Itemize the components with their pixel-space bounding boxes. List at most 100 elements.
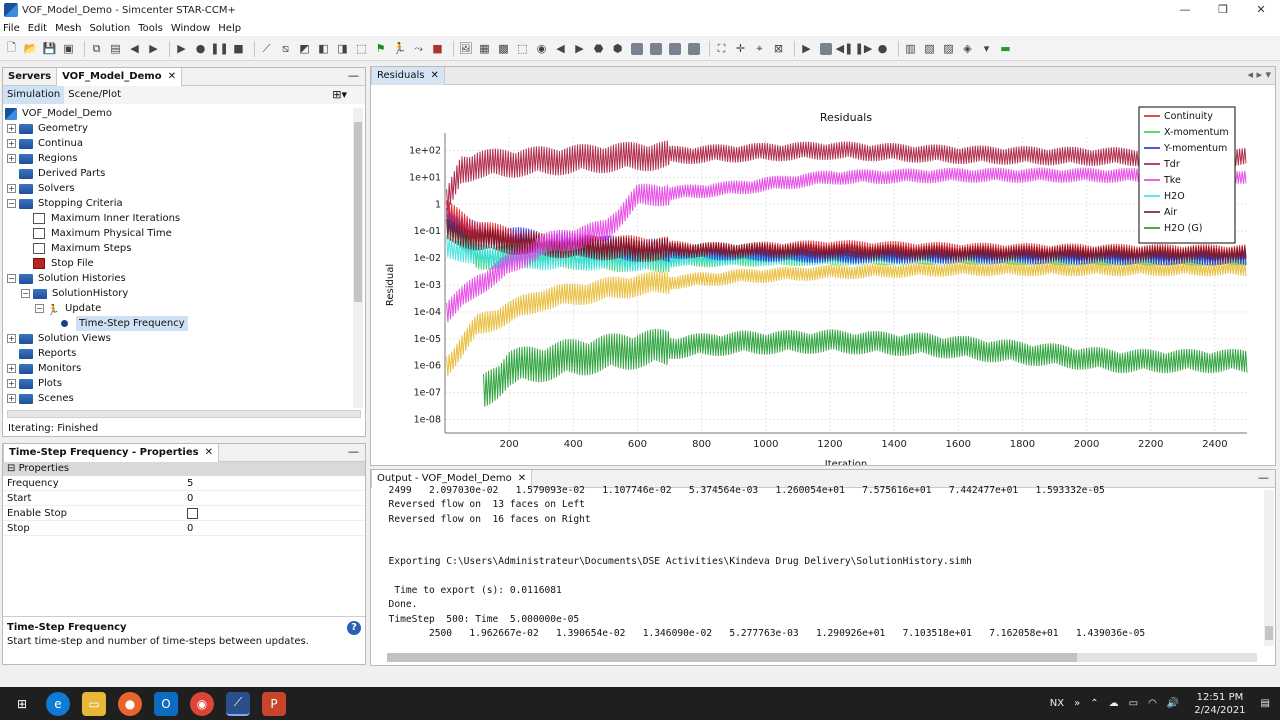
tree-expander-icon[interactable]: + xyxy=(7,334,16,343)
save-icon[interactable]: 💾 xyxy=(42,41,57,56)
property-row[interactable]: Frequency 5 xyxy=(3,476,365,491)
loop-icon[interactable]: ● xyxy=(875,41,890,56)
property-value[interactable] xyxy=(183,506,365,520)
surface-repair-icon[interactable]: ◩ xyxy=(297,41,312,56)
minimize-window-button[interactable]: — xyxy=(1166,0,1204,20)
tray-wifi-icon[interactable]: ◠ xyxy=(1148,698,1157,709)
fit-icon[interactable]: ⛶ xyxy=(714,41,729,56)
tree-item[interactable]: + Continua xyxy=(3,136,353,151)
geometry-icon[interactable]: ◧ xyxy=(316,41,331,56)
flag-icon[interactable]: ⚑ xyxy=(373,41,388,56)
tab-simulation[interactable]: Simulation xyxy=(3,86,65,104)
tree-expander-icon[interactable]: + xyxy=(7,394,16,403)
minimize-panel-button[interactable]: — xyxy=(348,68,359,84)
menu-mesh[interactable]: Mesh xyxy=(55,23,81,34)
undo-icon[interactable]: ◀ xyxy=(127,41,142,56)
property-value[interactable]: 5 xyxy=(183,476,365,490)
shape2-icon[interactable]: ⬢ xyxy=(610,41,625,56)
maximize-window-button[interactable]: ❐ xyxy=(1204,0,1242,20)
arrow-left-icon[interactable]: ◀ xyxy=(553,41,568,56)
tray-nx-label[interactable]: NX xyxy=(1050,698,1064,709)
star-ccm-taskbar-icon[interactable]: ⟋ xyxy=(226,691,250,716)
property-value[interactable]: 0 xyxy=(183,491,365,505)
tree-item[interactable]: Time-Step Frequency xyxy=(3,316,353,331)
pause-icon[interactable]: ❚❚ xyxy=(210,41,228,56)
powerpoint-icon[interactable]: P xyxy=(262,691,286,716)
target-icon[interactable]: ⌖ xyxy=(752,41,767,56)
minimize-properties-button[interactable]: — xyxy=(348,444,359,460)
frame-forward-icon[interactable]: ❚▶ xyxy=(855,41,873,56)
tree-horizontal-scrollbar[interactable] xyxy=(7,410,361,418)
notification-icon[interactable]: ▤ xyxy=(1261,698,1270,709)
paste-icon[interactable]: ▤ xyxy=(108,41,123,56)
view-icon[interactable] xyxy=(631,42,643,55)
tree-expander-icon[interactable]: + xyxy=(7,379,16,388)
view4-icon[interactable] xyxy=(688,42,700,55)
camera-icon[interactable]: ◉ xyxy=(534,41,549,56)
tray-overflow-icon[interactable]: » xyxy=(1074,698,1080,709)
firefox-icon[interactable]: ● xyxy=(118,691,142,716)
close-properties-icon[interactable]: ✕ xyxy=(205,447,213,458)
redo-icon[interactable]: ▶ xyxy=(146,41,161,56)
zoom-box-icon[interactable]: ⬚ xyxy=(515,41,530,56)
tree-expander-icon[interactable]: − xyxy=(35,304,44,313)
mesh-generate-icon[interactable]: ⧅ xyxy=(278,41,293,56)
tree-root[interactable]: VOF_Model_Demo xyxy=(3,106,353,121)
help-icon[interactable]: ? xyxy=(347,621,361,635)
tree-expander-icon[interactable]: − xyxy=(7,199,16,208)
tree-expander-icon[interactable]: − xyxy=(21,289,30,298)
layout-icon[interactable]: ▥ xyxy=(903,41,918,56)
tab-scene-plot[interactable]: Scene/Plot xyxy=(64,86,125,104)
part-icon[interactable]: ◨ xyxy=(335,41,350,56)
close-window-button[interactable]: ✕ xyxy=(1242,0,1280,20)
close-output-icon[interactable]: ✕ xyxy=(518,473,526,484)
tree-item[interactable]: − SolutionHistory xyxy=(3,286,353,301)
output-vertical-scrollbar[interactable] xyxy=(1264,490,1274,646)
step-icon[interactable]: ● xyxy=(193,41,208,56)
tree-item[interactable]: Maximum Physical Time xyxy=(3,226,353,241)
save-all-icon[interactable]: ▣ xyxy=(61,41,76,56)
run-icon[interactable]: ▶ xyxy=(174,41,189,56)
system-clock[interactable]: 12:51 PM 2/24/2021 xyxy=(1194,691,1245,717)
tree-expander-icon[interactable]: + xyxy=(7,364,16,373)
tree-item[interactable]: − Stopping Criteria xyxy=(3,196,353,211)
frame-back-icon[interactable]: ◀❚ xyxy=(836,41,854,56)
stop-icon[interactable]: ■ xyxy=(231,41,246,56)
copy-icon[interactable]: ⧉ xyxy=(89,41,104,56)
tab-servers[interactable]: Servers xyxy=(3,68,56,86)
open-folder-icon[interactable]: 📂 xyxy=(23,41,38,56)
tree-expander-icon[interactable]: + xyxy=(7,154,16,163)
tree-vertical-scrollbar[interactable] xyxy=(353,108,363,408)
property-row[interactable]: Start 0 xyxy=(3,491,365,506)
tree-item[interactable]: + Solvers xyxy=(3,181,353,196)
record-icon[interactable] xyxy=(820,42,832,55)
tree-item[interactable]: + Solution Views xyxy=(3,331,353,346)
run-solver-icon[interactable]: 🏃 xyxy=(392,41,407,56)
enable-stop-checkbox[interactable] xyxy=(187,508,198,519)
residuals-chart[interactable]: 200 400 600 800 1000 1200 1400 1600 1800 2000 2200… xyxy=(371,85,1275,465)
green-status-icon[interactable]: ▬ xyxy=(998,41,1013,56)
view3-icon[interactable] xyxy=(669,42,681,55)
tree-expander-icon[interactable]: + xyxy=(7,124,16,133)
windows-start-icon[interactable]: ⊞ xyxy=(10,692,34,716)
cad-icon[interactable]: ⬚ xyxy=(354,41,369,56)
close-tab-icon[interactable]: ✕ xyxy=(168,71,176,82)
outlook-icon[interactable]: O xyxy=(154,691,178,716)
stop-criteria-icon[interactable]: ■ xyxy=(430,41,445,56)
layout2-icon[interactable]: ▧ xyxy=(922,41,937,56)
arrow-right-icon[interactable]: ▶ xyxy=(572,41,587,56)
edge-browser-icon[interactable]: e xyxy=(46,691,70,716)
tree-item[interactable]: + Regions xyxy=(3,151,353,166)
tree-item[interactable]: + Plots xyxy=(3,376,353,391)
file-explorer-icon[interactable]: ▭ xyxy=(82,691,106,716)
menu-window[interactable]: Window xyxy=(171,23,210,34)
output-horizontal-scrollbar[interactable] xyxy=(387,653,1257,662)
grid-icon[interactable]: ▦ xyxy=(477,41,492,56)
minimize-output-button[interactable]: — xyxy=(1258,470,1269,486)
menu-tools[interactable]: Tools xyxy=(138,23,163,34)
menu-help[interactable]: Help xyxy=(218,23,241,34)
plot-tab-nav-icon[interactable]: ◂ ▸ ▾ xyxy=(1247,67,1271,83)
selection-grid-icon[interactable]: ▩ xyxy=(496,41,511,56)
tree-item[interactable]: + Monitors xyxy=(3,361,353,376)
tree-item[interactable]: − Solution Histories xyxy=(3,271,353,286)
